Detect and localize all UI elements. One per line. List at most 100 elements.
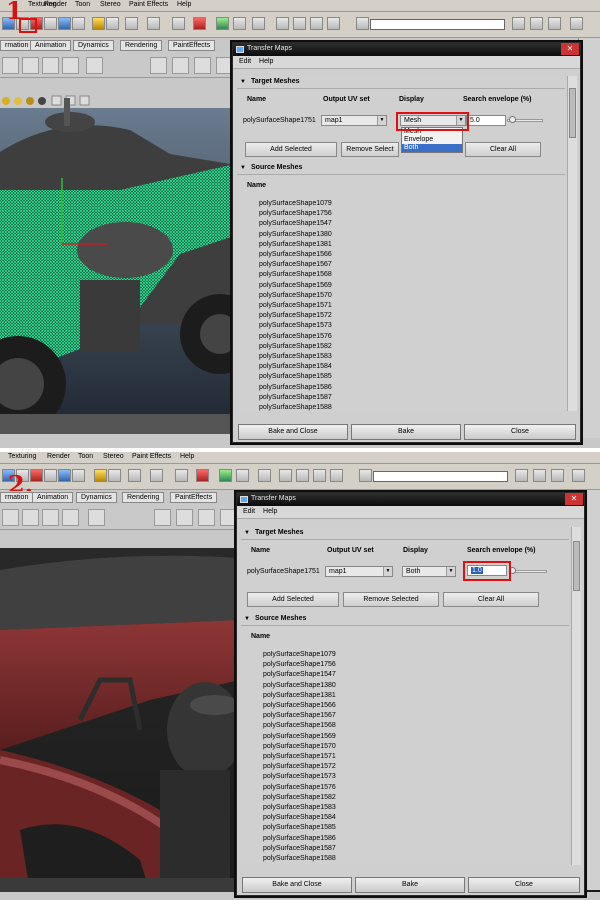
snap-icon[interactable] xyxy=(125,17,138,30)
source-meshes-header[interactable]: Source Meshes xyxy=(241,615,569,626)
menu-help[interactable]: Help xyxy=(177,1,191,8)
shelf-tab-rendering[interactable]: Rendering xyxy=(122,492,165,503)
menu-texturing[interactable]: Texturing xyxy=(8,453,36,460)
menu-help[interactable]: Help xyxy=(180,453,194,460)
source-mesh-item[interactable]: polySurfaceShape1572 xyxy=(263,763,336,770)
clear-all-button[interactable]: Clear All xyxy=(465,142,541,157)
attribute-icon[interactable] xyxy=(530,17,543,30)
source-meshes-header[interactable]: Source Meshes xyxy=(237,164,565,175)
source-mesh-item[interactable]: polySurfaceShape1583 xyxy=(263,804,336,811)
option-both[interactable]: Both xyxy=(402,144,462,152)
snap-icon[interactable] xyxy=(108,469,121,482)
shelf-icon[interactable] xyxy=(62,509,79,526)
menu-edit[interactable]: Edit xyxy=(239,58,251,65)
source-mesh-item[interactable]: polySurfaceShape1571 xyxy=(263,753,336,760)
history-icon[interactable] xyxy=(216,17,229,30)
shelf-icon[interactable] xyxy=(62,57,79,74)
source-mesh-item[interactable]: polySurfaceShape1588 xyxy=(263,855,336,862)
source-mesh-item[interactable]: polySurfaceShape1585 xyxy=(263,824,336,831)
source-mesh-item[interactable]: polySurfaceShape1547 xyxy=(263,671,336,678)
source-mesh-item[interactable]: polySurfaceShape1756 xyxy=(259,210,332,217)
render-icon[interactable] xyxy=(313,469,326,482)
tool-icon[interactable] xyxy=(58,469,71,482)
history-icon[interactable] xyxy=(233,17,246,30)
source-mesh-item[interactable]: polySurfaceShape1586 xyxy=(263,835,336,842)
shelf-icon[interactable] xyxy=(154,509,171,526)
target-meshes-header[interactable]: Target Meshes xyxy=(237,78,565,89)
source-mesh-item[interactable]: polySurfaceShape1586 xyxy=(259,384,332,391)
shelf-tab-dynamics[interactable]: Dynamics xyxy=(76,492,117,503)
source-mesh-item[interactable]: polySurfaceShape1587 xyxy=(263,845,336,852)
snap-icon[interactable] xyxy=(172,17,185,30)
uv-set-select[interactable]: map1 ▼ xyxy=(325,566,393,577)
source-mesh-item[interactable]: polySurfaceShape1576 xyxy=(263,784,336,791)
target-meshes-header[interactable]: Target Meshes xyxy=(241,529,569,540)
attribute-icon[interactable] xyxy=(570,17,583,30)
render-icon[interactable] xyxy=(310,17,323,30)
menu-toon[interactable]: Toon xyxy=(78,453,93,460)
input-mode-icon[interactable] xyxy=(359,469,372,482)
shelf-icon[interactable] xyxy=(2,57,19,74)
source-mesh-item[interactable]: polySurfaceShape1588 xyxy=(259,404,332,411)
shelf-icon[interactable] xyxy=(42,57,59,74)
shelf-tab-animation[interactable]: Animation xyxy=(32,492,74,503)
source-mesh-item[interactable]: polySurfaceShape1582 xyxy=(259,343,332,350)
shelf-icon[interactable] xyxy=(220,509,237,526)
scrollbar-thumb[interactable] xyxy=(569,88,576,138)
help-icon[interactable] xyxy=(72,469,85,482)
source-mesh-item[interactable]: polySurfaceShape1079 xyxy=(259,200,332,207)
render-icon[interactable] xyxy=(296,469,309,482)
menu-render[interactable]: Render xyxy=(44,1,67,8)
shelf-icon[interactable] xyxy=(176,509,193,526)
render-icon[interactable] xyxy=(293,17,306,30)
attribute-icon[interactable] xyxy=(572,469,585,482)
add-selected-button[interactable]: Add Selected xyxy=(247,592,339,607)
source-mesh-item[interactable]: polySurfaceShape1582 xyxy=(263,794,336,801)
shelf-tab-painteffects[interactable]: PaintEffects xyxy=(168,40,216,51)
source-mesh-item[interactable]: polySurfaceShape1584 xyxy=(259,363,332,370)
close-button[interactable]: Close xyxy=(468,877,580,893)
shelf-icon[interactable] xyxy=(194,57,211,74)
magnet-icon[interactable] xyxy=(94,469,107,482)
close-icon[interactable]: ✕ xyxy=(561,43,579,55)
snap-icon[interactable] xyxy=(147,17,160,30)
menu-render[interactable]: Render xyxy=(47,453,70,460)
source-mesh-item[interactable]: polySurfaceShape1566 xyxy=(259,251,332,258)
source-mesh-item[interactable]: polySurfaceShape1573 xyxy=(263,773,336,780)
bake-button[interactable]: Bake xyxy=(355,877,465,893)
source-mesh-item[interactable]: polySurfaceShape1567 xyxy=(263,712,336,719)
magnet-icon[interactable] xyxy=(196,469,209,482)
shelf-icon[interactable] xyxy=(150,57,167,74)
bake-and-close-button[interactable]: Bake and Close xyxy=(238,424,348,440)
shelf-tab-dynamics[interactable]: Dynamics xyxy=(73,40,114,51)
source-mesh-item[interactable]: polySurfaceShape1079 xyxy=(263,651,336,658)
close-icon[interactable]: ✕ xyxy=(565,493,583,505)
source-mesh-item[interactable]: polySurfaceShape1381 xyxy=(259,241,332,248)
clear-all-button[interactable]: Clear All xyxy=(443,592,539,607)
menu-help[interactable]: Help xyxy=(263,508,277,515)
render-icon[interactable] xyxy=(327,17,340,30)
source-mesh-item[interactable]: polySurfaceShape1568 xyxy=(259,271,332,278)
remove-selected-button[interactable]: Remove Select xyxy=(341,142,399,157)
history-icon[interactable] xyxy=(236,469,249,482)
bake-button[interactable]: Bake xyxy=(351,424,461,440)
render-icon[interactable] xyxy=(258,469,271,482)
snap-icon[interactable] xyxy=(128,469,141,482)
source-mesh-item[interactable]: polySurfaceShape1585 xyxy=(259,373,332,380)
source-mesh-item[interactable]: polySurfaceShape1547 xyxy=(259,220,332,227)
tool-icon[interactable] xyxy=(44,17,57,30)
render-icon[interactable] xyxy=(252,17,265,30)
menu-edit[interactable]: Edit xyxy=(243,508,255,515)
source-mesh-item[interactable]: polySurfaceShape1568 xyxy=(263,722,336,729)
menu-stereo[interactable]: Stereo xyxy=(100,1,121,8)
source-mesh-item[interactable]: polySurfaceShape1570 xyxy=(263,743,336,750)
source-mesh-item[interactable]: polySurfaceShape1380 xyxy=(263,682,336,689)
remove-selected-button[interactable]: Remove Selected xyxy=(343,592,439,607)
attribute-icon[interactable] xyxy=(512,17,525,30)
dialog-scrollbar[interactable] xyxy=(571,527,581,865)
magnet-icon[interactable] xyxy=(193,17,206,30)
search-envelope-field[interactable]: 5.0 xyxy=(466,115,506,126)
menu-toon[interactable]: Toon xyxy=(75,1,90,8)
snap-icon[interactable] xyxy=(150,469,163,482)
shelf-icon[interactable] xyxy=(198,509,215,526)
